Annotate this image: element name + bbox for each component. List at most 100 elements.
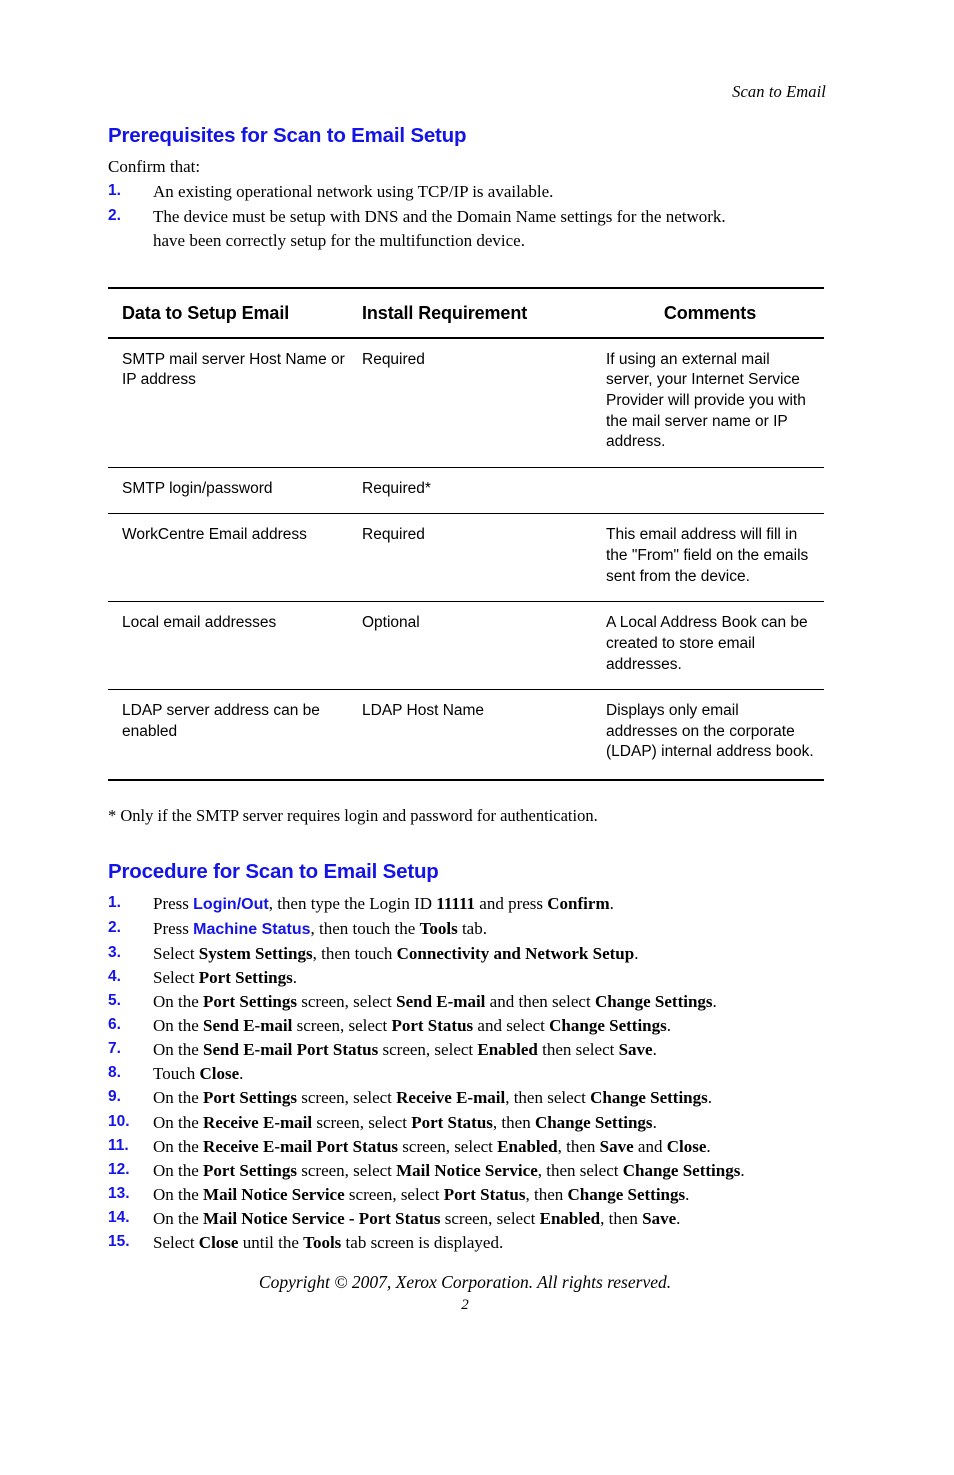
ui-control-name: Mail Notice Service — [203, 1184, 345, 1204]
step-text: On the Port Settings screen, select Rece… — [153, 1088, 712, 1107]
step-text-fragment: screen, select — [297, 991, 397, 1011]
cell-comments: If using an external mail server, your I… — [596, 337, 824, 468]
cell-data-to-setup: SMTP mail server Host Name or IP address — [108, 337, 356, 468]
step-text-fragment: . — [666, 1016, 672, 1036]
step-number: 1. — [108, 894, 121, 912]
step-text-fragment: and press — [475, 894, 548, 914]
step-text-fragment: , then select — [505, 1088, 591, 1108]
prerequisite-text: An existing operational network using TC… — [153, 182, 554, 202]
step-text-fragment: screen, select — [297, 1088, 397, 1108]
step-text-fragment: On the — [153, 1136, 204, 1156]
ui-control-name: Send E-mail — [396, 991, 486, 1011]
step-number: 3. — [108, 943, 121, 961]
document-page: Scan to Email Prerequisites for Scan to … — [0, 0, 954, 1475]
list-number: 2. — [108, 206, 121, 224]
procedure-step: 3. Select System Settings, then touch Con… — [108, 942, 826, 966]
ui-control-name: Port Settings — [203, 1088, 298, 1108]
step-text-fragment: On the — [153, 1016, 204, 1036]
step-text-fragment: . — [712, 991, 717, 1011]
step-number: 15. — [108, 1233, 130, 1251]
step-text-fragment: screen, select — [297, 1160, 397, 1180]
step-text-fragment: Press — [153, 918, 194, 938]
step-text-fragment: , then touch the — [310, 918, 420, 938]
step-text-fragment: screen, select — [292, 1016, 392, 1036]
step-text-fragment: , then — [492, 1112, 535, 1132]
ui-control-name: Enabled — [477, 1040, 538, 1060]
procedure-step: 14. On the Mail Notice Service - Port Sta… — [108, 1207, 826, 1231]
step-text-fragment: and select — [473, 1016, 550, 1036]
table-header: Data to Setup Email Install Requirement … — [108, 286, 824, 339]
step-text-fragment: , then — [525, 1184, 568, 1204]
step-text-fragment: On the — [153, 991, 204, 1011]
ui-control-name: Enabled — [497, 1136, 558, 1156]
step-number: 14. — [108, 1209, 130, 1227]
step-text: On the Mail Notice Service - Port Status… — [153, 1209, 680, 1228]
column-header-comments: Comments — [596, 286, 824, 339]
cell-comments: A Local Address Book can be created to s… — [596, 601, 824, 691]
step-text-fragment: until the — [238, 1233, 304, 1253]
step-text: Press Login/Out, then type the Login ID … — [153, 894, 614, 913]
step-number: 9. — [108, 1088, 121, 1106]
cell-comments: This email address will fill in the "Fro… — [596, 513, 824, 603]
cell-install-requirement: Required — [356, 513, 596, 603]
step-text-fragment: then select — [537, 1040, 619, 1060]
prerequisite-item: 1. An existing operational network using … — [108, 180, 826, 204]
ui-control-name: Save — [642, 1209, 677, 1229]
cell-data-to-setup: Local email addresses — [108, 601, 356, 691]
step-text: On the Receive E-mail Port Status screen… — [153, 1137, 711, 1156]
hardware-button-name: Machine Status — [193, 920, 311, 938]
procedure-steps-list: 1. Press Login/Out, then type the Login I… — [108, 892, 826, 1255]
hardware-button-name: Login/Out — [193, 896, 269, 914]
running-head: Scan to Email — [732, 82, 826, 101]
prerequisites-section: Prerequisites for Scan to Email Setup Co… — [108, 124, 826, 253]
step-text-fragment: , then — [557, 1136, 600, 1156]
step-text: On the Mail Notice Service screen, selec… — [153, 1185, 689, 1204]
step-number: 13. — [108, 1184, 130, 1202]
step-number: 11. — [108, 1136, 129, 1154]
prerequisites-list: 1. An existing operational network using … — [108, 180, 826, 252]
ui-control-name: Connectivity and Network Setup — [396, 943, 635, 963]
step-text: On the Send E-mail screen, select Port S… — [153, 1016, 671, 1035]
cell-comments: Displays only email addresses on the cor… — [596, 689, 824, 781]
document-content: Prerequisites for Scan to Email Setup Co… — [108, 124, 826, 1255]
step-text-fragment: On the — [153, 1209, 204, 1229]
ui-control-name: Mail Notice Service — [396, 1160, 538, 1180]
step-text: Touch Close. — [153, 1064, 243, 1083]
step-number: 4. — [108, 967, 121, 985]
ui-control-name: Port Status — [443, 1184, 526, 1204]
step-text-fragment: On the — [153, 1112, 204, 1132]
step-text-fragment: . — [707, 1088, 713, 1108]
procedure-step: 8. Touch Close. — [108, 1062, 826, 1086]
ui-control-name: Change Settings — [590, 1088, 708, 1108]
ui-control-name: Tools — [303, 1233, 342, 1253]
step-text-fragment: , then select — [537, 1160, 623, 1180]
step-text: On the Receive E-mail screen, select Por… — [153, 1113, 657, 1132]
cell-install-requirement: Required* — [356, 467, 596, 515]
ui-control-name: Port Status — [391, 1016, 474, 1036]
step-text-fragment: tab screen is displayed. — [341, 1233, 504, 1253]
step-text-fragment: . — [685, 1184, 690, 1204]
step-number: 6. — [108, 1016, 121, 1034]
setup-table-wrapper: Data to Setup Email Install Requirement … — [108, 286, 824, 781]
step-text-fragment: screen, select — [398, 1136, 498, 1156]
step-text-fragment: . — [652, 1112, 657, 1132]
table-header-row: Data to Setup Email Install Requirement … — [108, 286, 824, 339]
ui-control-name: Send E-mail Port Status — [203, 1040, 379, 1060]
ui-control-name: Change Settings — [594, 991, 713, 1011]
step-text: Select Close until the Tools tab screen … — [153, 1233, 503, 1252]
table-footnote: * Only if the SMTP server requires login… — [108, 805, 598, 825]
ui-control-name: Receive E-mail — [203, 1112, 313, 1132]
procedure-step: 1. Press Login/Out, then type the Login I… — [108, 892, 826, 917]
step-text: Select Port Settings. — [153, 968, 297, 987]
procedure-step: 13. On the Mail Notice Service screen, se… — [108, 1183, 826, 1207]
step-text-fragment: . — [634, 943, 639, 963]
step-text-fragment: On the — [153, 1160, 204, 1180]
list-number: 1. — [108, 182, 121, 200]
ui-control-name: Port Settings — [198, 967, 293, 987]
column-header-requirement: Install Requirement — [356, 286, 596, 339]
ui-control-name: Port Settings — [203, 1160, 298, 1180]
step-text-fragment: On the — [153, 1040, 204, 1060]
step-text-fragment: On the — [153, 1184, 204, 1204]
ui-control-name: Change Settings — [534, 1112, 653, 1132]
procedure-section: Procedure for Scan to Email Setup 1. Pres… — [108, 860, 826, 1255]
